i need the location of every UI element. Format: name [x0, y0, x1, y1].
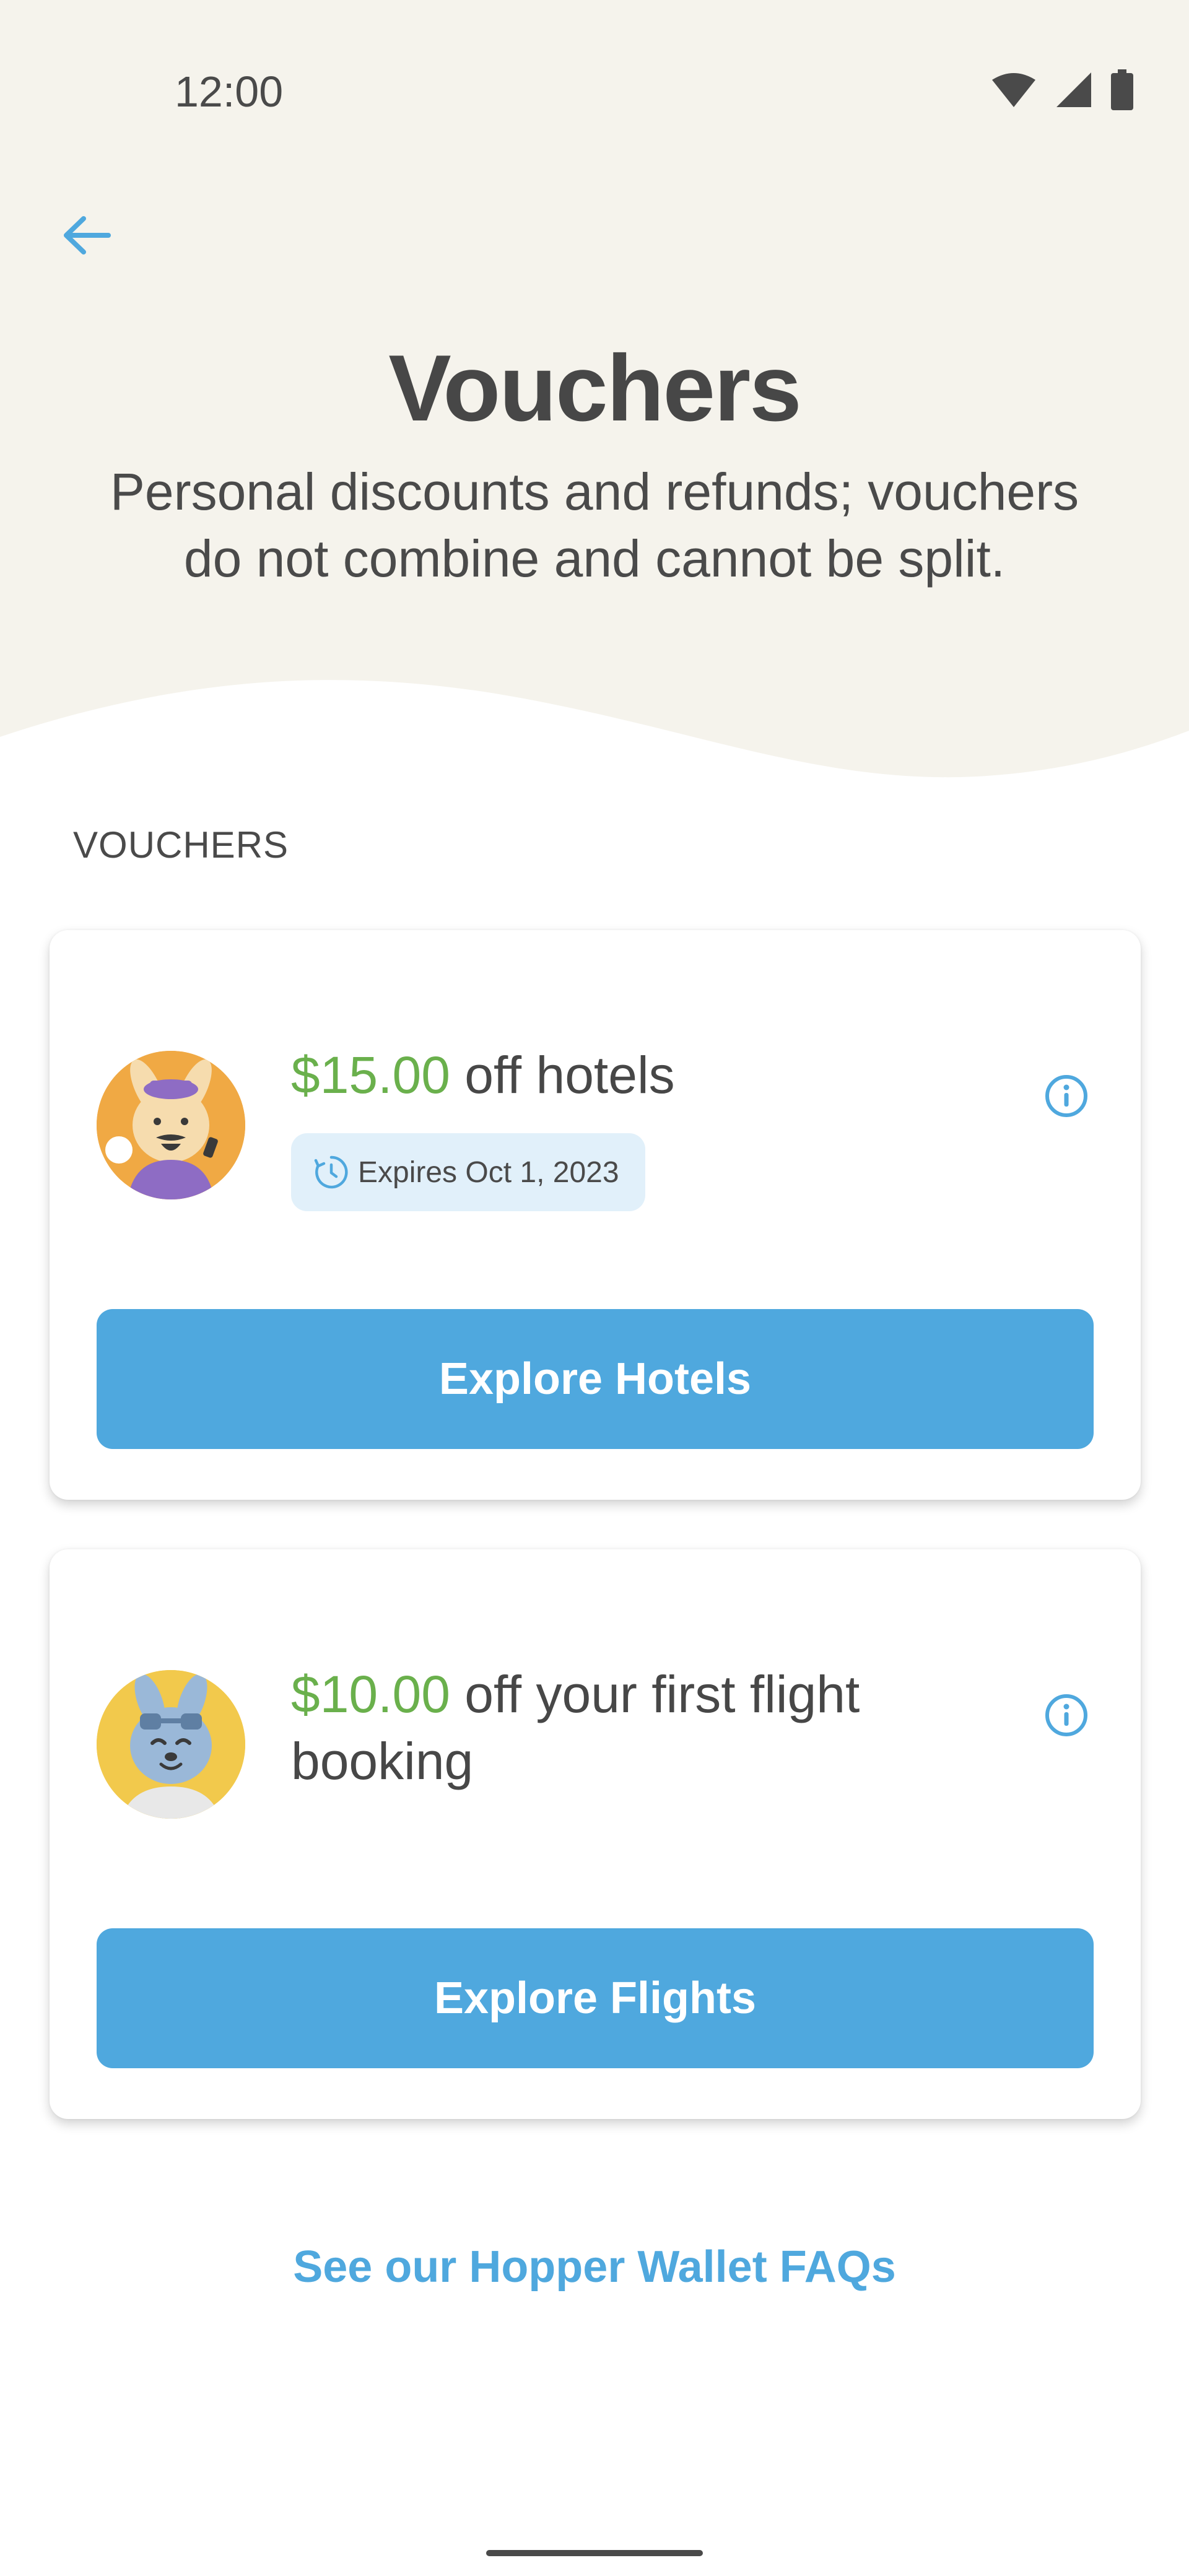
voucher-card-flights: $10.00 off your first flight booking Exp…: [50, 1549, 1141, 2119]
expiry-text: Expires Oct 1, 2023: [358, 1155, 619, 1189]
signal-icon: [1056, 72, 1091, 107]
back-button[interactable]: [50, 198, 124, 272]
pilot-bunny-avatar: [97, 1670, 245, 1819]
info-icon: [1045, 1075, 1087, 1117]
wifi-icon: [992, 73, 1035, 107]
explore-flights-button[interactable]: Explore Flights: [97, 1928, 1094, 2068]
voucher-amount: $15.00: [291, 1046, 450, 1104]
voucher-card-hotels: $15.00 off hotels Expires Oct 1, 2023 Ex…: [50, 930, 1141, 1500]
explore-hotels-button[interactable]: Explore Hotels: [97, 1309, 1094, 1449]
section-label: VOUCHERS: [73, 824, 289, 866]
info-button[interactable]: [1042, 1071, 1091, 1121]
clock-icon: [314, 1155, 348, 1189]
battery-icon: [1111, 69, 1133, 110]
voucher-title: $15.00 off hotels: [291, 1042, 1003, 1108]
home-indicator[interactable]: [486, 2550, 703, 2556]
arrow-left-icon: [64, 216, 111, 255]
status-bar: 12:00: [0, 0, 1189, 186]
hopper-wallet-faq-link[interactable]: See our Hopper Wallet FAQs: [0, 2242, 1189, 2292]
status-time: 12:00: [175, 67, 284, 116]
voucher-amount: $10.00: [291, 1665, 450, 1723]
expiry-badge: Expires Oct 1, 2023: [291, 1133, 645, 1211]
voucher-description: off hotels: [450, 1046, 675, 1104]
status-icons: [991, 69, 1133, 110]
wave-divider: [0, 680, 1189, 836]
info-icon: [1045, 1694, 1087, 1736]
page-title: Vouchers: [388, 336, 801, 441]
bellhop-bunny-avatar: [97, 1051, 245, 1199]
voucher-title: $10.00 off your first flight booking: [291, 1661, 1003, 1795]
page-subtitle: Personal discounts and refunds; vouchers…: [110, 463, 1079, 588]
info-button[interactable]: [1042, 1690, 1091, 1740]
